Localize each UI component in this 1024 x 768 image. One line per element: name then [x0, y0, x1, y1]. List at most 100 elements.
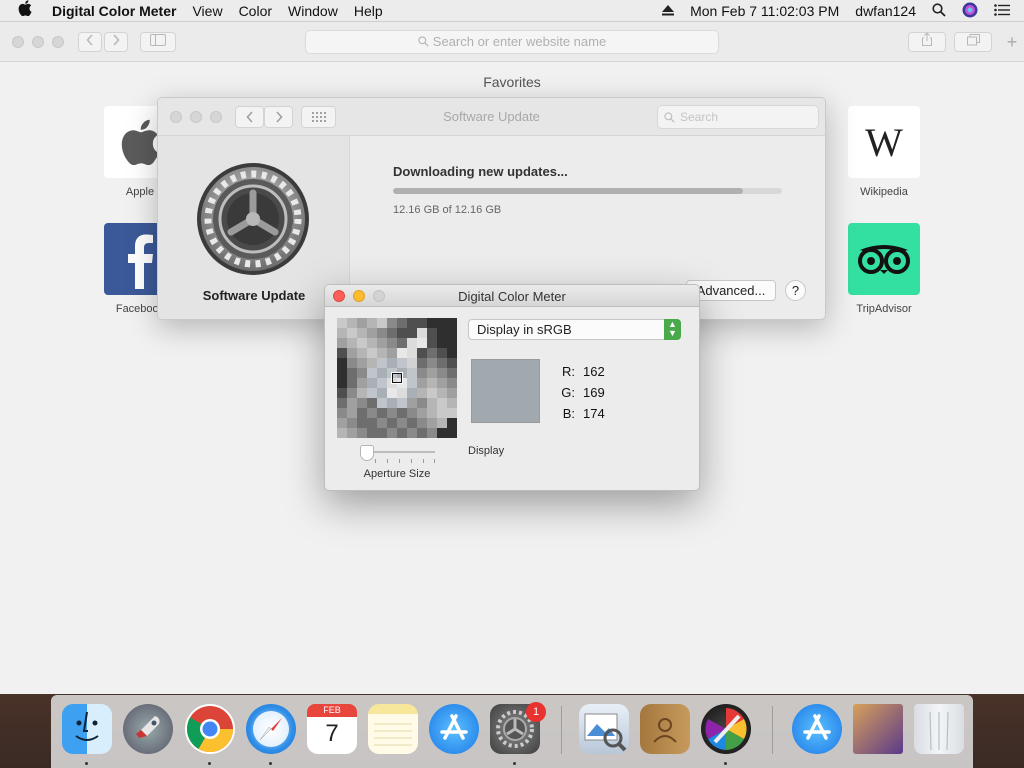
magnified-pixel [437, 358, 447, 368]
magnified-pixel [447, 318, 457, 328]
magnified-pixel [377, 318, 387, 328]
magnified-pixel [357, 418, 367, 428]
magnified-pixel [427, 358, 437, 368]
dock-trash-icon[interactable] [914, 704, 964, 754]
magnified-pixel [357, 338, 367, 348]
slider-tick [399, 459, 400, 463]
magnified-pixel [407, 408, 417, 418]
menu-color[interactable]: Color [231, 3, 280, 19]
magnified-pixel [367, 348, 377, 358]
su-sidebar: Software Update [158, 136, 350, 319]
red-label: R: [562, 364, 575, 379]
dock-preview-icon[interactable] [579, 704, 629, 754]
favorite-wikipedia[interactable]: W Wikipedia [848, 106, 920, 198]
magnified-pixel [397, 418, 407, 428]
red-value: 162 [583, 364, 605, 379]
magnified-pixel [417, 418, 427, 428]
menu-user[interactable]: dwfan124 [847, 3, 924, 19]
su-search-field[interactable]: Search [657, 105, 819, 129]
magnified-pixel [427, 328, 437, 338]
share-button[interactable] [908, 32, 946, 52]
dock-contacts-icon[interactable] [640, 704, 690, 754]
color-swatch [471, 359, 540, 423]
tripadvisor-owl-icon [848, 223, 920, 295]
magnified-pixel [397, 338, 407, 348]
menu-view[interactable]: View [184, 3, 230, 19]
search-icon [418, 36, 429, 47]
zoom-window-button[interactable] [52, 36, 64, 48]
slider-tick [411, 459, 412, 463]
magnified-pixel [437, 398, 447, 408]
magnified-pixel [357, 408, 367, 418]
chevron-updown-icon: ▲ ▼ [664, 319, 681, 340]
aperture-slider-knob[interactable] [360, 445, 374, 461]
dock-finder-icon[interactable] [62, 704, 112, 754]
new-tab-button[interactable]: + [1000, 33, 1024, 54]
chevron-right-icon [113, 34, 120, 46]
dock-photo-thumbnail-icon[interactable] [853, 704, 903, 754]
red-value-row: R: 162 [555, 364, 605, 379]
tabs-overview-button[interactable] [954, 32, 992, 52]
magnified-pixel [377, 358, 387, 368]
magnified-pixel [357, 328, 367, 338]
magnified-pixel [357, 348, 367, 358]
forward-button[interactable] [104, 32, 128, 52]
magnified-pixel [397, 388, 407, 398]
magnified-pixel [347, 358, 357, 368]
sidebar-button[interactable] [140, 32, 176, 52]
spotlight-search-icon[interactable] [924, 2, 954, 20]
dock-digital-color-meter-icon[interactable] [701, 704, 751, 754]
magnified-pixel [347, 338, 357, 348]
magnified-pixel [407, 428, 417, 438]
dock-safari-icon[interactable] [246, 704, 296, 754]
dock-launchpad-icon[interactable] [123, 704, 173, 754]
minimize-window-button[interactable] [32, 36, 44, 48]
magnified-pixel [427, 428, 437, 438]
help-button[interactable]: ? [785, 280, 806, 301]
siri-icon[interactable] [954, 2, 986, 21]
magnified-pixel [387, 328, 397, 338]
eject-icon[interactable] [654, 3, 682, 19]
magnified-pixel [347, 398, 357, 408]
magnified-pixel [437, 418, 447, 428]
favorite-tripadvisor[interactable]: TripAdvisor [848, 223, 920, 315]
address-bar[interactable]: Search or enter website name [305, 30, 719, 54]
menu-app-name[interactable]: Digital Color Meter [44, 3, 184, 19]
magnified-pixel [337, 328, 347, 338]
magnified-pixel [377, 398, 387, 408]
magnified-pixel [407, 328, 417, 338]
magnified-pixel [377, 428, 387, 438]
menu-window[interactable]: Window [280, 3, 346, 19]
color-space-select[interactable]: Display in sRGB ▲ ▼ [468, 319, 681, 340]
dock-running-indicator [724, 762, 727, 765]
dock-calendar-icon[interactable]: FEB 7 [307, 704, 357, 754]
notification-center-icon[interactable] [986, 3, 1024, 19]
dock-downloads-app-store-icon[interactable] [792, 704, 842, 754]
dock-chrome-icon[interactable] [185, 704, 235, 754]
dock-notes-icon[interactable] [368, 704, 418, 754]
menu-help[interactable]: Help [346, 3, 391, 19]
magnified-pixel [387, 338, 397, 348]
su-progress-fill [393, 188, 744, 194]
magnified-pixel [337, 318, 347, 328]
magnified-pixel [427, 348, 437, 358]
su-search-placeholder: Search [680, 110, 719, 124]
magnified-pixel [347, 368, 357, 378]
menu-clock[interactable]: Mon Feb 7 11:02:03 PM [682, 3, 847, 19]
magnified-pixel [347, 388, 357, 398]
magnified-pixel [437, 348, 447, 358]
magnified-pixel [367, 358, 377, 368]
magnified-pixel [407, 368, 417, 378]
apple-menu-icon[interactable] [0, 0, 44, 21]
green-value: 169 [583, 385, 605, 400]
magnified-pixel [447, 328, 457, 338]
magnified-pixel [337, 388, 347, 398]
magnified-pixel [377, 418, 387, 428]
magnified-pixel [387, 398, 397, 408]
close-window-button[interactable] [12, 36, 24, 48]
dock-app-store-icon[interactable] [429, 704, 479, 754]
magnified-pixel [417, 368, 427, 378]
back-button[interactable] [78, 32, 102, 52]
magnified-pixel [417, 348, 427, 358]
magnified-pixel [417, 428, 427, 438]
